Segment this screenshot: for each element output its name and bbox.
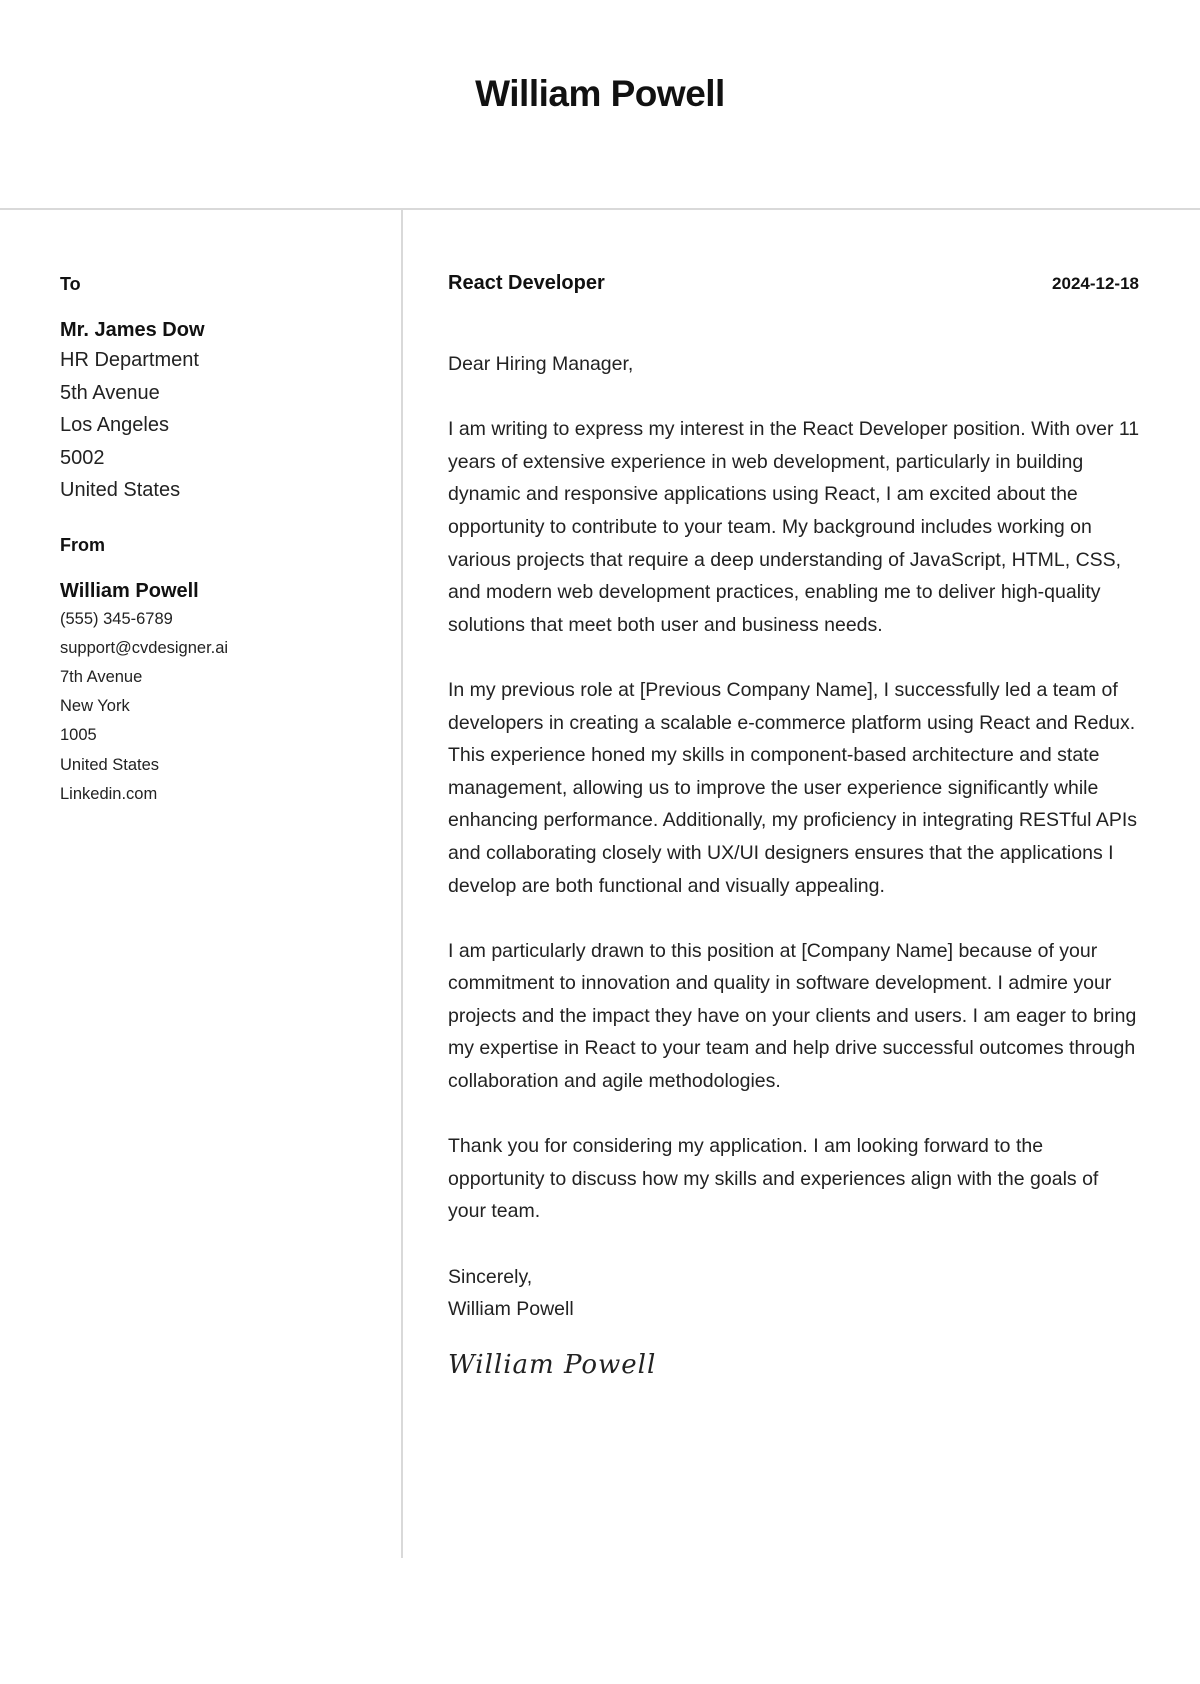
sender-street: 7th Avenue [60,667,143,686]
sender-email: support@cvdesigner.ai [60,638,229,657]
page-header: William Powell [0,0,1200,208]
job-title: React Developer [448,272,605,294]
salutation: Dear Hiring Manager, [448,353,634,375]
recipient-zip: 5002 [60,446,105,469]
sender-country: United States [60,755,160,774]
sender-website: Linkedin.com [60,784,158,803]
recipient-label: To [60,274,81,294]
letter-date: 2024-12-18 [1052,274,1139,293]
letter-paragraph: In my previous role at [Previous Company… [448,678,1137,897]
recipient-block: To Mr. James Dow HR Department 5th Avenu… [60,272,380,507]
column-divider [401,210,403,1558]
letter-paragraph: Thank you for considering my application… [448,1135,1099,1223]
letter-heading-row: React Developer 2024-12-18 [448,272,1140,298]
header-divider [0,208,1200,210]
address-column: To Mr. James Dow HR Department 5th Avenu… [60,272,380,809]
sender-name: William Powell [60,579,199,602]
recipient-country: United States [60,479,181,501]
recipient-department: HR Department [60,349,199,371]
letter-paragraph: I am particularly drawn to this position… [448,939,1137,1093]
letter-column: React Developer 2024-12-18 Dear Hiring M… [448,272,1140,1380]
sender-block: From William Powell (555) 345-6789 suppo… [60,533,380,809]
sender-phone: (555) 345-6789 [60,609,173,628]
sender-label: From [60,534,105,555]
sender-zip: 1005 [60,726,97,745]
recipient-city: Los Angeles [60,414,169,436]
letter-paragraph: I am writing to express my interest in t… [448,418,1140,636]
closing-name: William Powell [448,1298,574,1321]
recipient-street: 5th Avenue [60,381,160,404]
sender-city: New York [60,697,130,716]
closing: Sincerely, [448,1265,533,1288]
signature: William Powell [448,1349,657,1380]
recipient-name: Mr. James Dow [60,319,205,341]
applicant-name-title: William Powell [475,73,725,114]
